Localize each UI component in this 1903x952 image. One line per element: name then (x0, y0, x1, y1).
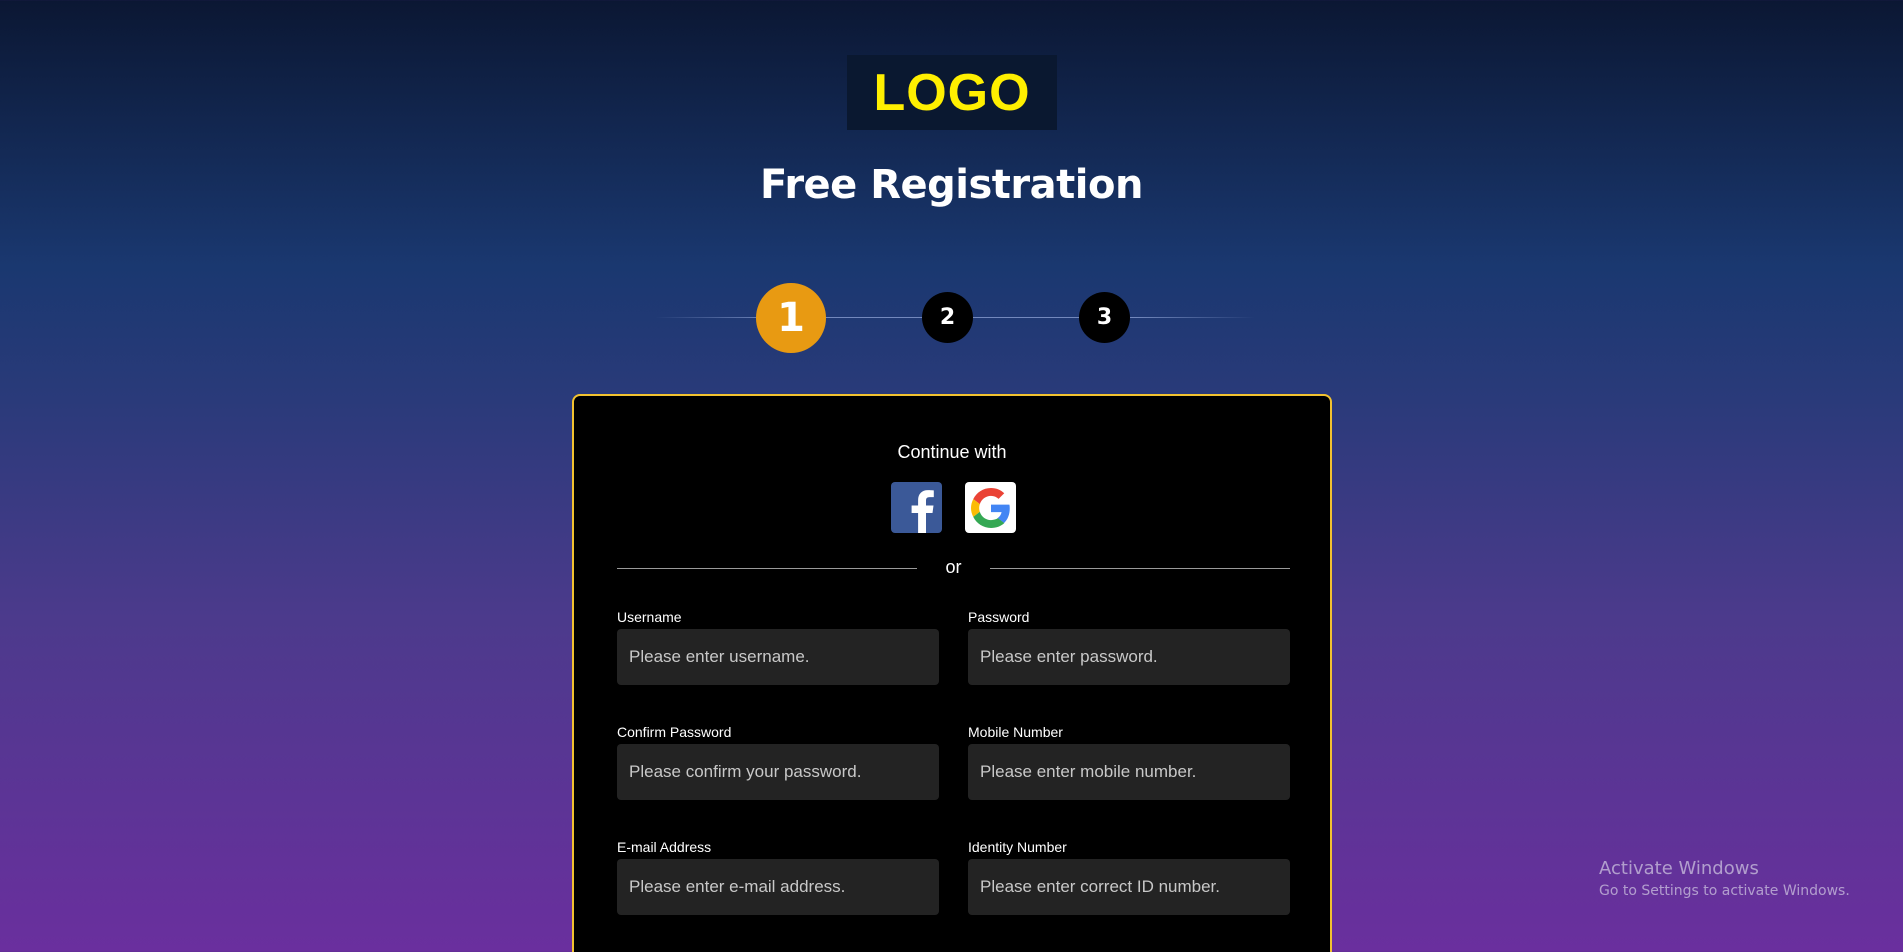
username-field-group: Username (617, 609, 939, 685)
mobile-input[interactable] (968, 744, 1290, 800)
page-title: Free Registration (760, 162, 1143, 208)
confirm-password-field-group: Confirm Password (617, 724, 939, 800)
confirm-password-input[interactable] (617, 744, 939, 800)
watermark-title: Activate Windows (1599, 858, 1759, 879)
identity-field-group: Identity Number (968, 839, 1290, 915)
mobile-field-group: Mobile Number (968, 724, 1290, 800)
email-label: E-mail Address (617, 839, 712, 855)
identity-label: Identity Number (968, 839, 1067, 855)
google-icon (970, 487, 1010, 528)
continue-with-label: Continue with (897, 442, 1007, 462)
facebook-login-button[interactable] (891, 482, 942, 533)
email-input[interactable] (617, 859, 939, 915)
logo[interactable]: LOGO (847, 55, 1057, 130)
mobile-label: Mobile Number (968, 724, 1063, 740)
step-1-indicator[interactable]: 1 (756, 283, 826, 353)
email-field-group: E-mail Address (617, 839, 939, 915)
password-label: Password (968, 609, 1030, 625)
or-separator: or (945, 557, 962, 577)
identity-input[interactable] (968, 859, 1290, 915)
password-input[interactable] (968, 629, 1290, 685)
watermark-subtitle: Go to Settings to activate Windows. (1599, 883, 1850, 899)
divider-right (990, 568, 1290, 569)
divider-left (617, 568, 917, 569)
step-3-indicator[interactable]: 3 (1079, 292, 1130, 343)
facebook-icon (911, 490, 934, 533)
password-field-group: Password (968, 609, 1290, 685)
registration-card: Continue with or Username Password Confi… (572, 394, 1332, 952)
google-login-button[interactable] (965, 482, 1016, 533)
username-input[interactable] (617, 629, 939, 685)
username-label: Username (617, 609, 682, 625)
activate-windows-watermark: Activate Windows Go to Settings to activ… (1599, 858, 1850, 899)
confirm-password-label: Confirm Password (617, 724, 732, 740)
step-2-indicator[interactable]: 2 (922, 292, 973, 343)
